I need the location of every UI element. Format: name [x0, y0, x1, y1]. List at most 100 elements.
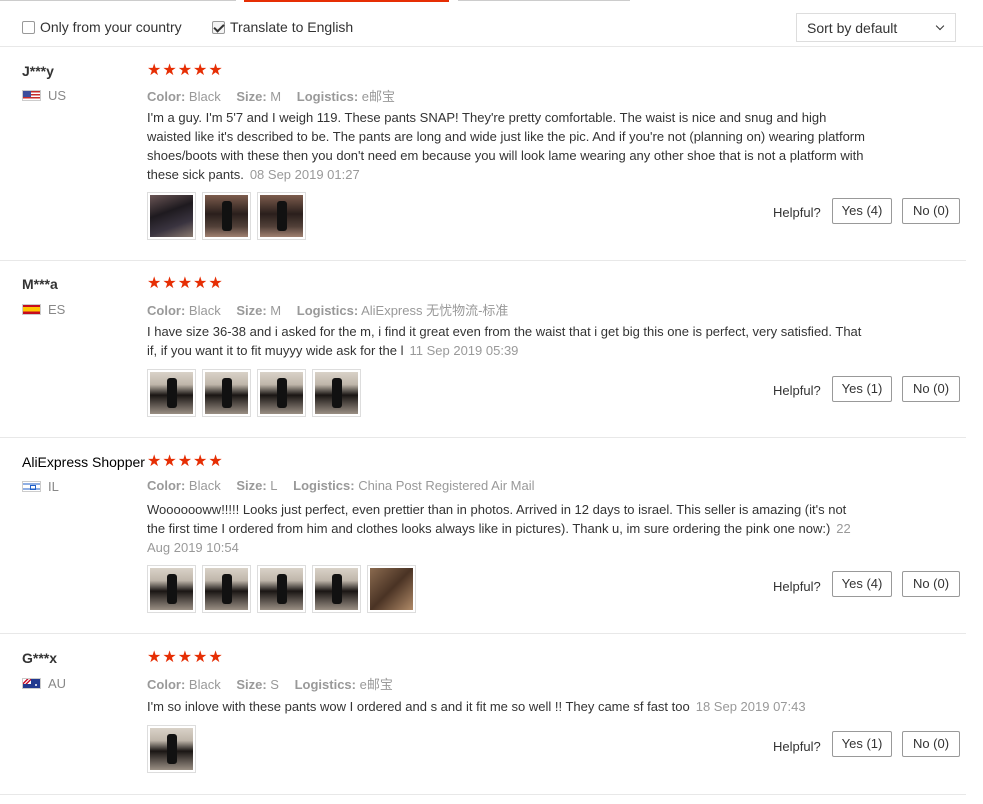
size-value: L — [270, 478, 278, 493]
review-text: Wooooooww!!!!! Looks just perfect, even … — [147, 500, 867, 557]
country-code: AU — [48, 676, 67, 691]
tab-underline-active — [244, 0, 449, 2]
review-photo[interactable] — [147, 369, 196, 417]
review-photo[interactable] — [257, 369, 306, 417]
color-key: Color: — [147, 478, 186, 493]
star-icon: ★ — [177, 453, 193, 470]
review-photo[interactable] — [367, 565, 416, 613]
helpful-yes-button[interactable]: Yes (4) — [832, 198, 892, 224]
star-icon: ★ — [193, 275, 208, 292]
color-key: Color: — [147, 89, 186, 104]
star-icon: ★ — [147, 453, 162, 470]
review-photo[interactable] — [147, 192, 196, 240]
rating-stars: ★★★★★ — [147, 63, 224, 79]
star-icon: ★ — [177, 62, 193, 79]
review-body: I'm so inlove with these pants wow I ord… — [147, 699, 690, 714]
tab-underline — [0, 0, 236, 1]
product-attributes: Color: Black Size: M Logistics: e邮宝 — [147, 86, 407, 105]
star-icon: ★ — [177, 275, 193, 292]
reviewer-name: AliExpress Shopper — [22, 454, 145, 470]
logistics-key: Logistics: — [293, 478, 355, 493]
country-code: ES — [48, 302, 66, 317]
star-icon: ★ — [208, 62, 223, 79]
review-photo[interactable] — [202, 369, 251, 417]
rating-stars: ★★★★★ — [147, 650, 224, 666]
star-icon: ★ — [162, 649, 177, 666]
review-body: Wooooooww!!!!! Looks just perfect, even … — [147, 502, 847, 536]
helpful-no-button[interactable]: No (0) — [902, 731, 960, 757]
helpful-no-button[interactable]: No (0) — [902, 376, 960, 402]
review-text: I'm so inlove with these pants wow I ord… — [147, 697, 867, 716]
filter-bar: Only from your country Translate to Engl… — [0, 4, 983, 47]
star-icon: ★ — [208, 649, 223, 666]
logistics-key: Logistics: — [296, 89, 359, 104]
review-photo[interactable] — [257, 192, 306, 240]
review-date: 11 Sep 2019 05:39 — [409, 343, 519, 358]
helpful-no-button[interactable]: No (0) — [902, 571, 960, 597]
rating-stars: ★★★★★ — [147, 276, 224, 292]
review-text: I have size 36-38 and i asked for the m,… — [147, 322, 867, 360]
es-flag-icon — [22, 304, 41, 315]
reviewer-name: J***y — [22, 63, 54, 79]
helpful-label: Helpful? — [773, 579, 821, 594]
color-key: Color: — [147, 677, 186, 692]
size-value: S — [270, 677, 279, 692]
review-photo[interactable] — [257, 565, 306, 613]
review-photo[interactable] — [202, 192, 251, 240]
review-item: G***x AU ★★★★★ Color: Black Size: S Logi… — [0, 634, 966, 795]
review-photo[interactable] — [202, 565, 251, 613]
star-icon: ★ — [162, 62, 177, 79]
sort-dropdown[interactable]: Sort by default — [796, 13, 956, 42]
color-value: Black — [188, 303, 221, 318]
translate-checkbox[interactable] — [212, 21, 225, 34]
color-key: Color: — [147, 303, 186, 318]
star-icon: ★ — [193, 649, 208, 666]
helpful-yes-button[interactable]: Yes (1) — [832, 731, 892, 757]
star-icon: ★ — [162, 275, 177, 292]
star-icon: ★ — [177, 649, 193, 666]
star-icon: ★ — [147, 275, 162, 292]
helpful-no-button[interactable]: No (0) — [902, 198, 960, 224]
review-photo[interactable] — [147, 725, 196, 773]
product-attributes: Color: Black Size: L Logistics: China Po… — [147, 478, 547, 493]
only-country-label[interactable]: Only from your country — [40, 19, 182, 35]
reviewer-name: G***x — [22, 650, 58, 666]
size-key: Size: — [236, 89, 267, 104]
tab-underline — [458, 0, 630, 1]
review-photo[interactable] — [312, 369, 361, 417]
top-tab-strip — [0, 0, 983, 2]
sort-label: Sort by default — [807, 20, 898, 36]
star-icon: ★ — [208, 453, 223, 470]
country-code: IL — [48, 479, 59, 494]
helpful-label: Helpful? — [773, 205, 821, 220]
helpful-yes-button[interactable]: Yes (1) — [832, 376, 892, 402]
translate-label[interactable]: Translate to English — [230, 19, 353, 35]
helpful-yes-button[interactable]: Yes (4) — [832, 571, 892, 597]
product-attributes: Color: Black Size: M Logistics: AliExpre… — [147, 300, 520, 319]
logistics-key: Logistics: — [296, 303, 359, 318]
star-icon: ★ — [193, 62, 208, 79]
review-item: M***a ES ★★★★★ Color: Black Size: M Logi… — [0, 261, 966, 438]
size-key: Size: — [236, 478, 267, 493]
review-item: AliExpress Shopper IL ★★★★★ Color: Black… — [0, 438, 966, 634]
logistics-value: e邮宝 — [359, 677, 393, 692]
helpful-label: Helpful? — [773, 739, 821, 754]
reviewer-name: M***a — [22, 276, 58, 292]
review-date: 08 Sep 2019 01:27 — [249, 167, 360, 182]
au-flag-icon — [22, 678, 41, 689]
star-icon: ★ — [208, 275, 223, 292]
logistics-value: AliExpress 无忧物流-标准 — [361, 303, 509, 318]
us-flag-icon — [22, 90, 41, 101]
logistics-value: China Post Registered Air Mail — [358, 478, 535, 493]
country-code: US — [48, 88, 67, 103]
color-value: Black — [188, 677, 221, 692]
product-attributes: Color: Black Size: S Logistics: e邮宝 — [147, 674, 405, 693]
review-photo[interactable] — [147, 565, 196, 613]
il-flag-icon — [22, 481, 41, 492]
review-text: I'm a guy. I'm 5'7 and I weigh 119. Thes… — [147, 108, 867, 184]
logistics-key: Logistics: — [294, 677, 356, 692]
only-country-checkbox[interactable] — [22, 21, 35, 34]
review-photo[interactable] — [312, 565, 361, 613]
star-icon: ★ — [193, 453, 208, 470]
helpful-label: Helpful? — [773, 383, 821, 398]
